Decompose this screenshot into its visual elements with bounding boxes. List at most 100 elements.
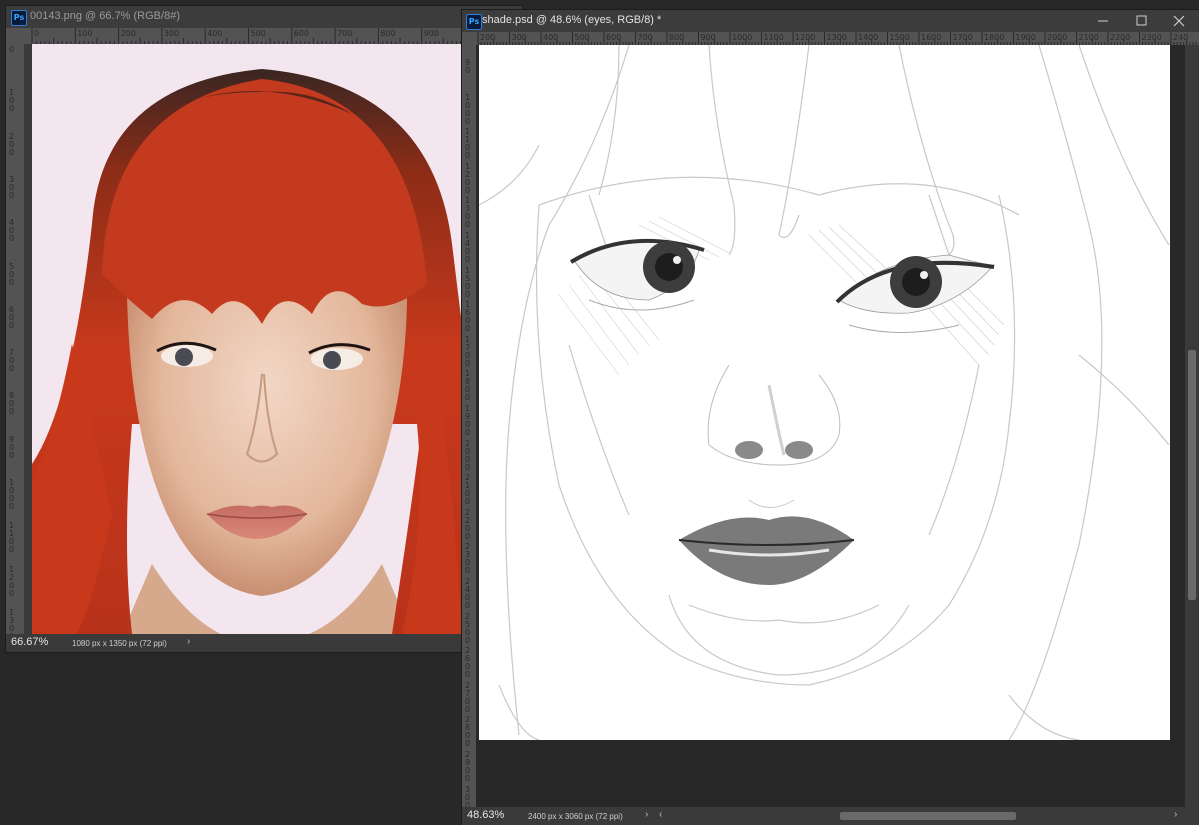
ruler-label: 1500 — [889, 33, 910, 42]
chevron-right-icon[interactable]: › — [645, 809, 648, 820]
ruler-label: 200 — [120, 29, 136, 38]
ruler-label: 200 — [480, 33, 496, 42]
ruler-label: 400 — [207, 29, 223, 38]
ruler-label: 1 4 0 0 — [465, 231, 471, 264]
ruler-label: 1700 — [952, 33, 973, 42]
ruler-label: 1 0 0 0 — [465, 92, 471, 126]
ruler-label: 2 7 0 0 — [465, 680, 471, 714]
ruler-label: 9 0 0 — [9, 434, 15, 460]
ruler-label: 2 4 0 0 — [465, 577, 471, 610]
ruler-label: 0 — [9, 45, 15, 54]
ruler-label: 5 0 0 — [9, 261, 15, 287]
ruler-label: 2 5 0 0 — [465, 611, 471, 645]
ruler-label: 500 — [574, 33, 590, 42]
ruler-label: 2 0 0 — [9, 131, 15, 157]
ruler-label: 900 — [423, 29, 439, 38]
ruler-label: 1 0 0 — [9, 88, 15, 114]
ruler-label: 1 6 0 0 — [465, 300, 471, 334]
ruler-label: 2 0 0 0 — [465, 438, 471, 472]
ruler-label: 2100 — [1078, 33, 1099, 42]
ruler-label: 1200 — [795, 33, 816, 42]
ruler-label: 1800 — [984, 33, 1005, 42]
ruler-label: 1100 — [763, 33, 784, 42]
ruler-label: 1 1 0 0 — [9, 521, 15, 555]
ruler-label: 1000 — [732, 33, 753, 42]
horizontal-ruler[interactable]: 200 300 400 500 600 700 800 900 1000 1100 1200 1300… — [476, 32, 1199, 45]
minimize-icon[interactable] — [1092, 13, 1114, 29]
scroll-left-icon[interactable]: ‹ — [659, 809, 662, 820]
ruler-label: 1 9 0 0 — [465, 404, 471, 437]
vertical-scroll-thumb[interactable] — [1188, 350, 1196, 600]
ruler-label: 0 — [34, 29, 40, 38]
reference-statusbar: 66.67% 1080 px x 1350 px (72 ppi) › — [6, 634, 522, 652]
ruler-label: 1400 — [858, 33, 879, 42]
ruler-label: 2300 — [1141, 33, 1162, 42]
sketch-window-titlebar[interactable]: Ps shade.psd @ 48.6% (eyes, RGB/8) * — [462, 10, 1199, 32]
ruler-label: 9 0 — [465, 58, 471, 75]
ruler-label: 1 7 0 0 — [465, 334, 471, 368]
reference-window[interactable]: Ps 00143.png @ 66.7% (RGB/8#) 0 100 200 300… — [6, 6, 522, 652]
ruler-label: 1900 — [1015, 33, 1036, 42]
ruler-label: 1 3 0 0 — [465, 196, 471, 230]
ruler-origin[interactable] — [6, 28, 24, 44]
photoshop-icon: Ps — [11, 10, 27, 26]
ruler-label: 300 — [163, 29, 180, 38]
chevron-right-icon[interactable]: › — [187, 636, 190, 647]
ruler-label: 800 — [380, 29, 396, 38]
ruler-label: 700 — [337, 29, 353, 38]
maximize-icon[interactable] — [1130, 13, 1152, 29]
pencil-sketch-image — [479, 45, 1170, 740]
ruler-label: 500 — [250, 29, 266, 38]
document-info[interactable]: 1080 px x 1350 px (72 ppi) — [72, 639, 167, 648]
scroll-right-icon[interactable]: › — [1174, 809, 1177, 820]
ruler-label: 2200 — [1110, 33, 1131, 42]
ruler-label: 400 — [543, 33, 559, 42]
ruler-label: 600 — [293, 29, 310, 38]
ruler-label: 2000 — [1047, 33, 1068, 42]
horizontal-scrollbar[interactable] — [670, 811, 1180, 821]
sketch-window[interactable]: Ps shade.psd @ 48.6% (eyes, RGB/8) * 200… — [462, 10, 1199, 825]
ruler-label: 1 2 0 0 — [465, 161, 471, 195]
vertical-ruler[interactable]: 0 1 0 0 2 0 0 3 0 0 4 0 0 5 0 0 6 0 0 7 0 0 8 0 … — [6, 44, 24, 634]
reference-photo[interactable] — [32, 44, 468, 634]
close-icon[interactable] — [1168, 13, 1190, 29]
ruler-label: 4 0 0 — [9, 218, 15, 244]
ruler-label: 2 8 0 0 — [465, 715, 471, 749]
ruler-label: 6 0 0 — [9, 304, 15, 330]
ruler-label: 240 — [1173, 33, 1189, 42]
reference-window-title: 00143.png @ 66.7% (RGB/8#) — [30, 10, 180, 22]
ruler-label: 800 — [669, 33, 685, 42]
ruler-label: 2 1 0 0 — [465, 473, 471, 507]
ruler-label: 1 3 0 0 — [9, 607, 15, 634]
zoom-level[interactable]: 48.63% — [467, 809, 504, 821]
zoom-level[interactable]: 66.67% — [11, 636, 48, 648]
photoshop-icon: Ps — [466, 14, 482, 30]
ruler-label: 1 2 0 0 — [9, 564, 15, 598]
ruler-label: 100 — [77, 29, 93, 38]
ruler-label: 1600 — [921, 33, 942, 42]
ruler-label: 700 — [637, 33, 653, 42]
vertical-ruler[interactable]: 9 0 1 0 0 01 1 0 01 2 0 01 3 0 01 4 0 0 1 … — [462, 45, 476, 807]
horizontal-scroll-thumb[interactable] — [840, 812, 1016, 820]
vertical-scrollbar[interactable] — [1185, 45, 1199, 807]
ruler-label: 900 — [700, 33, 716, 42]
ruler-origin[interactable] — [462, 32, 476, 45]
ruler-label: 2 9 0 0 — [465, 750, 471, 783]
ruler-label: 1 8 0 0 — [465, 369, 471, 403]
ruler-label: 2 6 0 0 — [465, 646, 471, 680]
ruler-label: 1300 — [826, 33, 847, 42]
sketch-canvas[interactable] — [479, 45, 1170, 740]
ruler-label: 7 0 0 — [9, 348, 15, 374]
ruler-label: 1 1 0 0 — [465, 127, 471, 161]
horizontal-ruler[interactable]: 0 100 200 300 400 500 600 700 800 900 — [24, 28, 522, 44]
ruler-label: 2 3 0 0 — [465, 542, 471, 576]
document-info[interactable]: 2400 px x 3060 px (72 ppi) — [528, 812, 623, 821]
ruler-label: 600 — [606, 33, 622, 42]
ruler-label: 300 — [511, 33, 527, 42]
ruler-label: 1 0 0 0 — [9, 478, 15, 511]
portrait-photo-image — [32, 44, 468, 634]
reference-window-titlebar[interactable]: Ps 00143.png @ 66.7% (RGB/8#) — [6, 6, 522, 28]
ruler-label: 2 2 0 0 — [465, 507, 471, 541]
ruler-label: 3 0 0 — [9, 174, 15, 200]
sketch-window-title: shade.psd @ 48.6% (eyes, RGB/8) * — [482, 14, 662, 26]
